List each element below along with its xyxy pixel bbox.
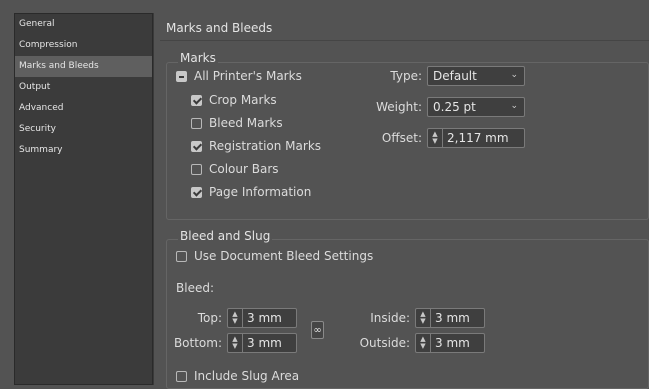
offset-label: Offset: (381, 131, 422, 145)
spinner-arrows-icon[interactable]: ▲ ▼ (416, 309, 431, 327)
outside-label: Outside: (359, 336, 410, 350)
registration-marks-label: Registration Marks (209, 139, 322, 153)
spinner-arrows-icon[interactable]: ▲ ▼ (228, 309, 243, 327)
bleed-slug-group-label: Bleed and Slug (178, 229, 273, 243)
bottom-label: Bottom: (173, 336, 222, 350)
page-title: Marks and Bleeds (166, 21, 273, 35)
include-slug-checkbox[interactable]: Include Slug Area (176, 367, 299, 385)
weight-value: 0.25 pt (433, 100, 476, 114)
colour-bars-checkbox[interactable]: Colour Bars (191, 160, 279, 178)
sidebar-item-output[interactable]: Output (15, 77, 152, 98)
checkbox-checked-icon (191, 186, 202, 198)
bleed-marks-label: Bleed Marks (209, 116, 283, 130)
all-printers-marks-checkbox[interactable]: All Printer's Marks (176, 67, 302, 85)
chevron-down-icon: ⌄ (510, 101, 518, 111)
sidebar: General Compression Marks and Bleeds Out… (14, 13, 153, 385)
sidebar-item-compression[interactable]: Compression (15, 35, 152, 56)
weight-dropdown[interactable]: 0.25 pt ⌄ (427, 97, 525, 117)
registration-marks-checkbox[interactable]: Registration Marks (191, 137, 321, 155)
inside-value: 3 mm (435, 311, 470, 325)
chevron-down-icon: ⌄ (510, 70, 518, 80)
checkbox-mixed-icon (176, 70, 187, 82)
weight-label: Weight: (376, 100, 422, 114)
type-value: Default (433, 69, 477, 83)
outside-value: 3 mm (435, 336, 470, 350)
bleed-label: Bleed: (176, 281, 214, 295)
crop-marks-label: Crop Marks (209, 93, 277, 107)
checkbox-unchecked-icon (191, 117, 202, 129)
checkbox-unchecked-icon (191, 163, 202, 175)
all-printers-marks-label: All Printer's Marks (194, 69, 302, 83)
checkbox-unchecked-icon (176, 250, 187, 262)
bottom-stepper[interactable]: ▲ ▼ 3 mm (227, 333, 297, 353)
spinner-arrows-icon[interactable]: ▲ ▼ (416, 334, 431, 352)
checkbox-checked-icon (191, 140, 202, 152)
use-document-bleed-checkbox[interactable]: Use Document Bleed Settings (176, 247, 373, 265)
type-dropdown[interactable]: Default ⌄ (427, 66, 525, 86)
checkbox-unchecked-icon (176, 370, 187, 382)
sidebar-item-general[interactable]: General (15, 14, 152, 35)
bleed-marks-checkbox[interactable]: Bleed Marks (191, 114, 283, 132)
inside-label: Inside: (370, 311, 410, 325)
offset-stepper[interactable]: ▲ ▼ 2,117 mm (427, 128, 525, 148)
bottom-value: 3 mm (247, 336, 282, 350)
outside-stepper[interactable]: ▲ ▼ 3 mm (415, 333, 485, 353)
use-document-bleed-label: Use Document Bleed Settings (194, 249, 374, 263)
panel-divider (153, 13, 154, 385)
sidebar-item-summary[interactable]: Summary (15, 140, 152, 161)
marks-group-label: Marks (178, 51, 218, 65)
sidebar-item-advanced[interactable]: Advanced (15, 98, 152, 119)
offset-value: 2,117 mm (447, 131, 509, 145)
checkbox-checked-icon (191, 94, 202, 106)
colour-bars-label: Colour Bars (209, 162, 279, 176)
page-information-checkbox[interactable]: Page Information (191, 183, 311, 201)
sidebar-item-security[interactable]: Security (15, 119, 152, 140)
crop-marks-checkbox[interactable]: Crop Marks (191, 91, 277, 109)
inside-stepper[interactable]: ▲ ▼ 3 mm (415, 308, 485, 328)
type-label: Type: (390, 69, 422, 83)
sidebar-item-marks-and-bleeds[interactable]: Marks and Bleeds (15, 56, 152, 77)
page-information-label: Page Information (209, 185, 312, 199)
top-label: Top: (197, 311, 222, 325)
spinner-arrows-icon[interactable]: ▲ ▼ (228, 334, 243, 352)
include-slug-label: Include Slug Area (194, 369, 300, 383)
title-divider (160, 40, 649, 41)
spinner-arrows-icon[interactable]: ▲ ▼ (428, 129, 443, 147)
top-value: 3 mm (247, 311, 282, 325)
chain-link-icon[interactable]: ∞ (311, 321, 324, 339)
top-stepper[interactable]: ▲ ▼ 3 mm (227, 308, 297, 328)
